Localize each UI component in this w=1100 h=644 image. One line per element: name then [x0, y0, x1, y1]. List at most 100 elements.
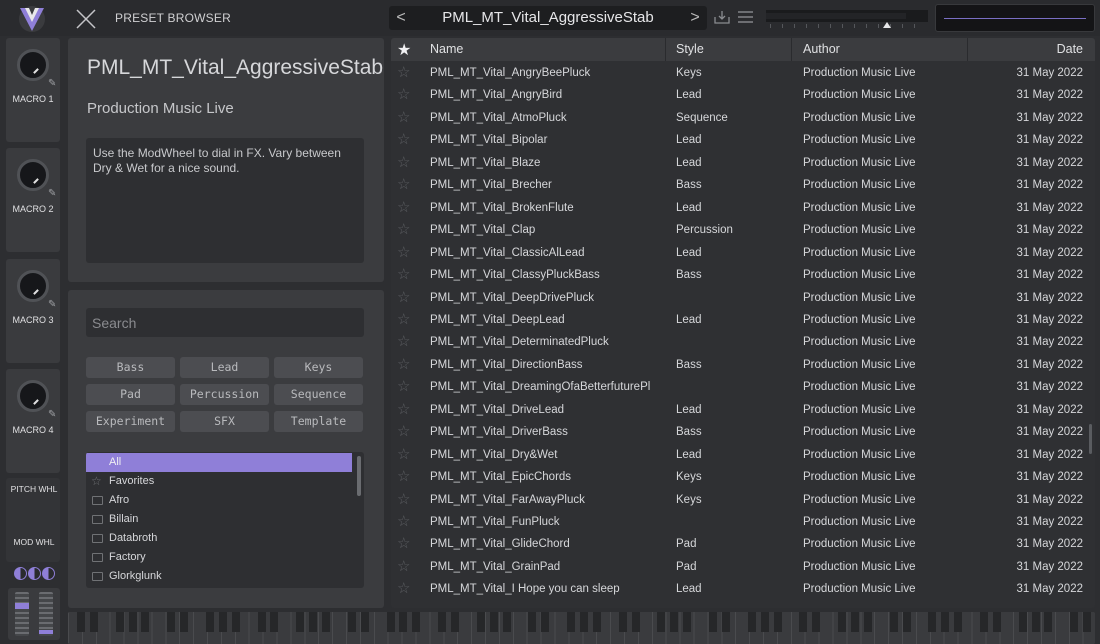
black-key[interactable] — [489, 612, 498, 632]
favorite-star-icon[interactable]: ☆ — [397, 288, 410, 306]
style-button-bass[interactable]: Bass — [86, 357, 175, 378]
favorite-star-icon[interactable]: ☆ — [397, 445, 410, 463]
folder-item-afro[interactable]: Afro — [86, 491, 352, 510]
black-key[interactable] — [257, 612, 266, 632]
black-key[interactable] — [322, 612, 330, 632]
black-key[interactable] — [399, 612, 408, 632]
black-key[interactable] — [296, 612, 305, 632]
black-key[interactable] — [941, 612, 950, 632]
table-row[interactable]: ☆ PML_MT_Vital_DriverBass Bass Production M… — [391, 421, 1095, 444]
black-key[interactable] — [270, 612, 279, 632]
table-row[interactable]: ☆ PML_MT_Vital_DreamingOfaBetterfuturePl.… — [391, 376, 1095, 399]
favorite-star-icon[interactable]: ☆ — [397, 377, 410, 395]
black-key[interactable] — [992, 612, 1001, 632]
table-row[interactable]: ☆ PML_MT_Vital_Blaze Lead Production Music … — [391, 152, 1095, 175]
close-icon[interactable] — [74, 7, 98, 31]
black-key[interactable] — [889, 612, 898, 632]
next-preset-button[interactable]: > — [683, 6, 707, 30]
volume-slider-handle[interactable] — [883, 22, 891, 28]
macro-label[interactable]: MACRO 2 — [6, 204, 60, 214]
table-row[interactable]: ☆ PML_MT_Vital_AngryBeePluck Keys Productio… — [391, 62, 1095, 85]
style-button-lead[interactable]: Lead — [180, 357, 269, 378]
macro-3-knob[interactable] — [17, 270, 49, 302]
black-key[interactable] — [451, 612, 459, 632]
column-header-name[interactable]: Name — [430, 42, 463, 56]
folder-list-scrollbar[interactable] — [357, 456, 361, 496]
favorite-star-icon[interactable]: ☆ — [397, 557, 410, 575]
search-input[interactable] — [86, 308, 364, 337]
black-key[interactable] — [386, 612, 395, 632]
black-key[interactable] — [928, 612, 937, 632]
black-key[interactable] — [567, 612, 576, 632]
black-key[interactable] — [218, 612, 227, 632]
macro-2-knob[interactable] — [17, 159, 49, 191]
style-button-sfx[interactable]: SFX — [180, 411, 269, 432]
black-key[interactable] — [954, 612, 963, 632]
favorite-star-icon[interactable]: ☆ — [397, 490, 410, 508]
macro-label[interactable]: MACRO 3 — [6, 315, 60, 325]
black-key[interactable] — [89, 612, 98, 632]
black-key[interactable] — [205, 612, 214, 632]
black-key[interactable] — [812, 612, 821, 632]
favorite-star-icon[interactable]: ☆ — [397, 467, 410, 485]
favorite-column-star-icon[interactable]: ★ — [397, 40, 411, 60]
black-key[interactable] — [1031, 612, 1040, 632]
folder-item-favorites[interactable]: ☆ Favorites — [86, 472, 352, 491]
favorite-star-icon[interactable]: ☆ — [397, 310, 410, 328]
black-key[interactable] — [115, 612, 124, 632]
table-row[interactable]: ☆ PML_MT_Vital_DriveLead Lead Production Mu… — [391, 399, 1095, 422]
table-scrollbar[interactable] — [1089, 424, 1092, 454]
table-row[interactable]: ☆ PML_MT_Vital_GrainPad Pad Production Musi… — [391, 556, 1095, 579]
black-key[interactable] — [476, 612, 485, 632]
style-button-percussion[interactable]: Percussion — [180, 384, 269, 405]
table-row[interactable]: ☆ PML_MT_Vital_FarAwayPluck Keys Production… — [391, 489, 1095, 512]
favorite-star-icon[interactable]: ☆ — [397, 198, 410, 216]
edit-pencil-icon[interactable]: ✎ — [48, 78, 56, 89]
black-key[interactable] — [838, 612, 846, 632]
column-header-author[interactable]: Author — [803, 42, 840, 56]
black-key[interactable] — [902, 612, 911, 632]
table-row[interactable]: ☆ PML_MT_Vital_DirectionBass Bass Productio… — [391, 354, 1095, 377]
black-key[interactable] — [1044, 612, 1053, 632]
folder-item-glorkglunk[interactable]: Glorkglunk — [86, 567, 352, 586]
style-button-sequence[interactable]: Sequence — [274, 384, 363, 405]
style-button-experiment[interactable]: Experiment — [86, 411, 175, 432]
black-key[interactable] — [541, 612, 550, 632]
edit-pencil-icon[interactable]: ✎ — [48, 409, 56, 420]
table-row[interactable]: ☆ PML_MT_Vital_Brecher Bass Production Musi… — [391, 174, 1095, 197]
column-header-date[interactable]: Date — [1057, 42, 1083, 56]
favorite-star-icon[interactable]: ☆ — [397, 130, 410, 148]
black-key[interactable] — [979, 612, 988, 632]
black-key[interactable] — [128, 612, 137, 632]
favorite-star-icon[interactable]: ☆ — [397, 175, 410, 193]
table-row[interactable]: ☆ PML_MT_Vital_Clap Percussion Production M… — [391, 219, 1095, 242]
folder-item-billain[interactable]: Billain — [86, 510, 352, 529]
favorite-star-icon[interactable]: ☆ — [397, 243, 410, 261]
folder-item-factory[interactable]: Factory — [86, 548, 352, 567]
favorite-star-icon[interactable]: ☆ — [397, 153, 410, 171]
black-key[interactable] — [1070, 612, 1079, 632]
black-key[interactable] — [1018, 612, 1027, 632]
table-row[interactable]: ☆ PML_MT_Vital_GlideChord Pad Production Mu… — [391, 533, 1095, 556]
favorite-star-icon[interactable]: ☆ — [397, 220, 410, 238]
table-row[interactable]: ☆ PML_MT_Vital_I Hope you can sleep Lead Pr… — [391, 578, 1095, 601]
voice-mode-icons[interactable] — [14, 567, 58, 583]
table-row[interactable]: ☆ PML_MT_Vital_ClassicAlLead Lead Productio… — [391, 242, 1095, 265]
previous-preset-button[interactable]: < — [389, 6, 413, 30]
black-keys[interactable] — [68, 612, 1095, 632]
black-key[interactable] — [141, 612, 150, 632]
black-key[interactable] — [760, 612, 769, 632]
edit-pencil-icon[interactable]: ✎ — [48, 299, 56, 310]
black-key[interactable] — [580, 612, 588, 632]
black-key[interactable] — [709, 612, 717, 632]
black-key[interactable] — [721, 612, 730, 632]
favorite-star-icon[interactable]: ☆ — [397, 422, 410, 440]
folder-item-all[interactable]: All — [86, 453, 352, 472]
black-key[interactable] — [631, 612, 640, 632]
save-preset-icon[interactable] — [714, 10, 730, 24]
black-key[interactable] — [670, 612, 679, 632]
folder-item-databroth[interactable]: Databroth — [86, 529, 352, 548]
table-row[interactable]: ☆ PML_MT_Vital_Bipolar Lead Production Musi… — [391, 129, 1095, 152]
table-row[interactable]: ☆ PML_MT_Vital_DeepLead Lead Production Mus… — [391, 309, 1095, 332]
black-key[interactable] — [180, 612, 189, 632]
